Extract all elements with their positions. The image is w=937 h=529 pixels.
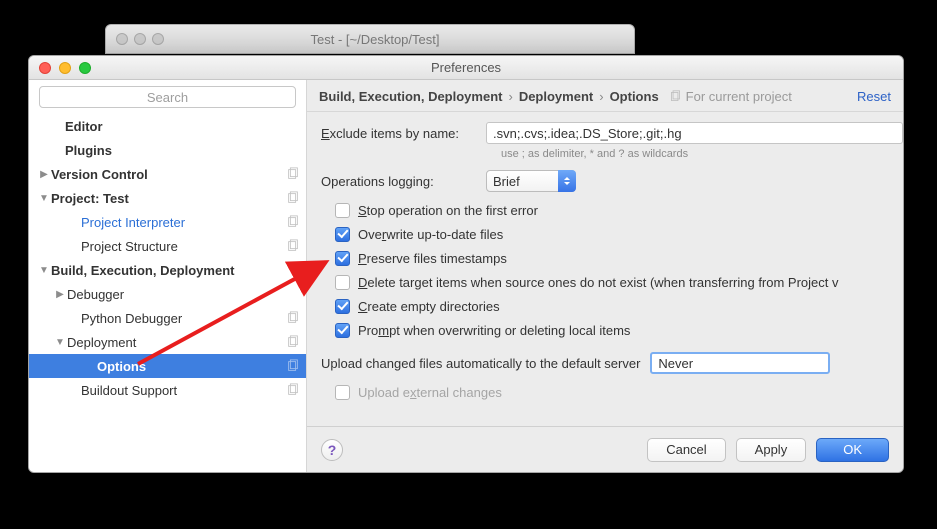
checkbox-label: Delete target items when source ones do … <box>358 275 839 290</box>
breadcrumb: Build, Execution, Deployment › Deploymen… <box>307 80 903 112</box>
window-titlebar: Preferences <box>29 56 903 80</box>
checkbox-icon <box>335 323 350 338</box>
operations-logging-label: Operations logging: <box>321 174 486 189</box>
reset-link[interactable]: Reset <box>857 89 891 104</box>
checkbox-label: Prompt when overwriting or deleting loca… <box>358 323 630 338</box>
for-current-project-label: For current project <box>669 89 792 104</box>
parent-traffic-zoom[interactable] <box>152 33 164 45</box>
copy-icon <box>286 215 300 229</box>
sidebar-item-project-interpreter[interactable]: Project Interpreter <box>29 210 306 234</box>
settings-sidebar: Editor Plugins ▶Version Control ▼Project… <box>29 80 307 472</box>
breadcrumb-2[interactable]: Deployment <box>519 89 593 104</box>
breadcrumb-1[interactable]: Build, Execution, Deployment <box>319 89 502 104</box>
copy-icon <box>669 90 682 103</box>
checkbox-icon <box>335 275 350 290</box>
sidebar-item-python-debugger[interactable]: Python Debugger <box>29 306 306 330</box>
settings-tree: Editor Plugins ▶Version Control ▼Project… <box>29 114 306 472</box>
checkbox-icon <box>335 203 350 218</box>
upload-changed-select[interactable]: Never <box>650 352 830 374</box>
dropdown-stepper-icon <box>558 170 576 192</box>
checkbox-label: Create empty directories <box>358 299 500 314</box>
dialog-footer: ? Cancel Apply OK <box>307 426 903 472</box>
chevron-right-icon: › <box>508 89 512 104</box>
upload-changed-label: Upload changed files automatically to th… <box>321 356 640 371</box>
window-title: Preferences <box>29 60 903 75</box>
checkbox-option-2[interactable]: Preserve files timestamps <box>335 246 903 270</box>
copy-icon <box>286 167 300 181</box>
copy-icon <box>286 311 300 325</box>
chevron-right-icon: › <box>599 89 603 104</box>
checkbox-option-0[interactable]: Stop operation on the first error <box>335 198 903 222</box>
exclude-items-field[interactable] <box>486 122 903 144</box>
exclude-hint: use ; as delimiter, * and ? as wildcards <box>501 148 903 160</box>
parent-window-title: Test - [~/Desktop/Test] <box>164 32 586 47</box>
checkbox-option-1[interactable]: Overwrite up-to-date files <box>335 222 903 246</box>
checkbox-icon <box>335 299 350 314</box>
checkbox-label: Preserve files timestamps <box>358 251 507 266</box>
copy-icon <box>286 191 300 205</box>
sidebar-item-buildout-support[interactable]: Buildout Support <box>29 378 306 402</box>
checkbox-icon <box>335 251 350 266</box>
checkbox-option-5[interactable]: Prompt when overwriting or deleting loca… <box>335 318 903 342</box>
checkbox-option-4[interactable]: Create empty directories <box>335 294 903 318</box>
preferences-window: Preferences Editor Plugins ▶Version Cont… <box>28 55 904 473</box>
checkbox-icon <box>335 385 350 400</box>
settings-panel: Build, Execution, Deployment › Deploymen… <box>307 80 903 472</box>
copy-icon <box>286 383 300 397</box>
parent-traffic-min[interactable] <box>134 33 146 45</box>
copy-icon <box>286 335 300 349</box>
search-input[interactable] <box>39 86 296 108</box>
checkbox-option-3[interactable]: Delete target items when source ones do … <box>335 270 903 294</box>
sidebar-item-editor[interactable]: Editor <box>29 114 306 138</box>
sidebar-item-options[interactable]: Options <box>29 354 306 378</box>
parent-window-titlebar: Test - [~/Desktop/Test] <box>105 24 635 54</box>
help-button[interactable]: ? <box>321 439 343 461</box>
sidebar-item-project[interactable]: ▼Project: Test <box>29 186 306 210</box>
checkbox-upload-external[interactable]: Upload external changes <box>335 380 903 404</box>
copy-icon <box>286 239 300 253</box>
sidebar-item-build-exec-deploy[interactable]: ▼Build, Execution, Deployment <box>29 258 306 282</box>
ok-button[interactable]: OK <box>816 438 889 462</box>
sidebar-item-deployment[interactable]: ▼Deployment <box>29 330 306 354</box>
checkbox-label: Stop operation on the first error <box>358 203 538 218</box>
sidebar-item-plugins[interactable]: Plugins <box>29 138 306 162</box>
cancel-button[interactable]: Cancel <box>647 438 725 462</box>
checkbox-icon <box>335 227 350 242</box>
sidebar-item-project-structure[interactable]: Project Structure <box>29 234 306 258</box>
checkbox-label: Overwrite up-to-date files <box>358 227 503 242</box>
sidebar-item-version-control[interactable]: ▶Version Control <box>29 162 306 186</box>
parent-traffic-close[interactable] <box>116 33 128 45</box>
operations-logging-select[interactable]: Brief <box>486 170 576 192</box>
sidebar-item-debugger[interactable]: ▶Debugger <box>29 282 306 306</box>
apply-button[interactable]: Apply <box>736 438 807 462</box>
exclude-items-label: Exclude items by name: <box>321 126 486 141</box>
copy-icon <box>286 359 300 373</box>
breadcrumb-3: Options <box>610 89 659 104</box>
